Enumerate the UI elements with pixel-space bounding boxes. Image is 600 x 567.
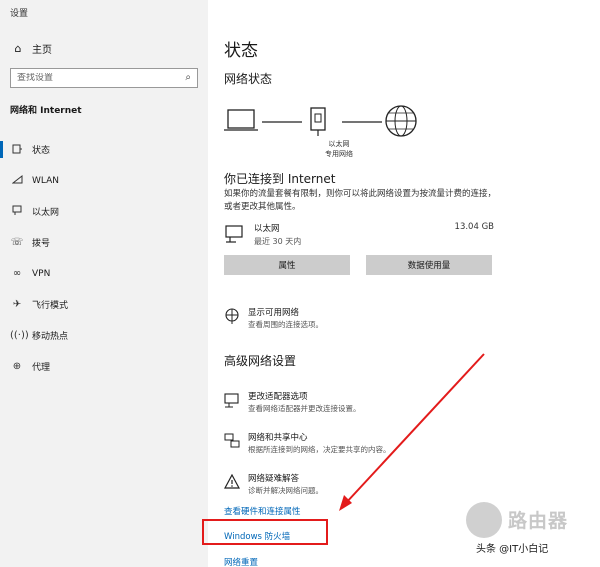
sidebar-nav: 状态 WLAN 以太网 ☏ 拨号 ∞ VPN ✈ 飞行模式 ((·)) 移动热点…	[0, 134, 208, 382]
sharing-center-option[interactable]: 网络和共享中心 根据所连接到的网络，决定要共享的内容。	[224, 431, 484, 459]
network-diagram-graphic	[224, 105, 417, 137]
option-desc: 根据所连接到的网络，决定要共享的内容。	[248, 445, 391, 454]
ethernet-port-icon	[310, 107, 326, 136]
watermark-brand: 路由器	[508, 510, 569, 532]
sidebar-item-label: 代理	[32, 363, 51, 373]
sidebar-section-title: 网络和 Internet	[10, 106, 82, 116]
wifi-icon	[10, 174, 24, 188]
status-icon	[10, 143, 24, 157]
hardware-properties-link[interactable]: 查看硬件和连接属性	[224, 505, 301, 517]
troubleshoot-option[interactable]: 网络疑难解答 诊断并解决网络问题。	[223, 472, 484, 500]
sidebar-item-proxy[interactable]: ⊕ 代理	[0, 351, 208, 382]
option-desc: 查看周围的连接选项。	[248, 320, 323, 329]
option-desc: 诊断并解决网络问题。	[248, 486, 323, 495]
sidebar-home[interactable]: ⌂ 主页	[10, 40, 53, 56]
option-title: 显示可用网络	[248, 308, 300, 318]
adapter-row: 以太网 最近 30 天内 13.04 GB	[224, 222, 494, 248]
sidebar-item-label: 以太网	[32, 208, 60, 218]
sidebar-item-label: VPN	[32, 268, 51, 279]
highlight-box	[202, 519, 328, 545]
main-content: 状态 网络状态 以太网 专用网络 你已连接到 Internet 如果你的流量套餐…	[208, 0, 600, 567]
laptop-icon	[224, 109, 258, 131]
adapter-options-option[interactable]: 更改适配器选项 查看网络适配器并更改连接设置。	[224, 390, 484, 418]
dialup-icon: ☏	[10, 237, 24, 248]
network-reset-link[interactable]: 网络重置	[224, 556, 258, 567]
sidebar-item-dialup[interactable]: ☏ 拨号	[0, 227, 208, 258]
option-title: 网络疑难解答	[248, 474, 300, 484]
window-title: 设置	[10, 9, 29, 19]
adapter-icon	[224, 392, 240, 412]
warning-icon	[223, 473, 241, 494]
network-diagram: 以太网 专用网络	[222, 100, 422, 162]
airplane-icon: ✈	[12, 299, 22, 310]
hotspot-icon: ((·))	[10, 330, 29, 341]
watermark-logo-icon	[466, 502, 502, 538]
diagram-label-profile: 专用网络	[325, 150, 353, 158]
adapter-period: 最近 30 天内	[254, 237, 302, 246]
sharing-center-icon	[224, 433, 240, 453]
sidebar-item-airplane[interactable]: ✈ 飞行模式	[0, 289, 208, 320]
home-icon: ⌂	[14, 41, 22, 55]
properties-button[interactable]: 属性	[224, 255, 350, 275]
watermark-author: 头条 @IT小白记	[476, 544, 549, 555]
diagram-label-type: 以太网	[328, 140, 350, 148]
show-networks-option[interactable]: 显示可用网络 查看周围的连接选项。	[224, 306, 484, 334]
sidebar-item-ethernet[interactable]: 以太网	[0, 196, 208, 227]
globe-icon	[385, 105, 417, 137]
sidebar-item-label: 移动热点	[32, 332, 69, 342]
sidebar-item-wlan[interactable]: WLAN	[0, 165, 208, 196]
connected-title: 你已连接到 Internet	[224, 172, 336, 186]
watermark: 路由器 头条 @IT小白记	[466, 500, 598, 562]
sidebar-item-label: 飞行模式	[32, 301, 69, 311]
page-title: 状态	[224, 41, 258, 61]
connected-description: 如果你的流量套餐有限制，则你可以将此网络设置为按流量计费的连接，或者更改其他属性…	[224, 189, 497, 212]
adapter-usage: 13.04 GB	[454, 222, 494, 232]
available-networks-icon	[224, 308, 240, 328]
sidebar-item-hotspot[interactable]: ((·)) 移动热点	[0, 320, 208, 351]
adapter-name: 以太网	[254, 224, 280, 234]
proxy-icon: ⊕	[12, 361, 22, 372]
option-title: 更改适配器选项	[248, 392, 308, 402]
sidebar-item-vpn[interactable]: ∞ VPN	[0, 258, 208, 289]
sidebar-item-label: 状态	[32, 146, 51, 156]
sidebar-item-label: 拨号	[32, 239, 51, 249]
ethernet-pc-icon	[224, 224, 246, 248]
sidebar-item-label: WLAN	[32, 175, 60, 186]
search-box[interactable]: ⌕	[10, 68, 198, 88]
option-title: 网络和共享中心	[248, 433, 308, 443]
sidebar: 设置 ⌂ 主页 ⌕ 网络和 Internet 状态 WLAN 以太网	[0, 0, 208, 567]
option-desc: 查看网络适配器并更改连接设置。	[248, 404, 361, 413]
vpn-icon: ∞	[12, 268, 22, 279]
search-input[interactable]	[17, 73, 177, 83]
advanced-settings-title: 高级网络设置	[224, 354, 297, 368]
ethernet-icon	[10, 205, 24, 219]
home-label: 主页	[32, 44, 52, 56]
network-status-title: 网络状态	[224, 72, 273, 86]
sidebar-item-status[interactable]: 状态	[0, 134, 208, 165]
search-icon[interactable]: ⌕	[185, 72, 191, 83]
data-usage-button[interactable]: 数据使用量	[366, 255, 492, 275]
